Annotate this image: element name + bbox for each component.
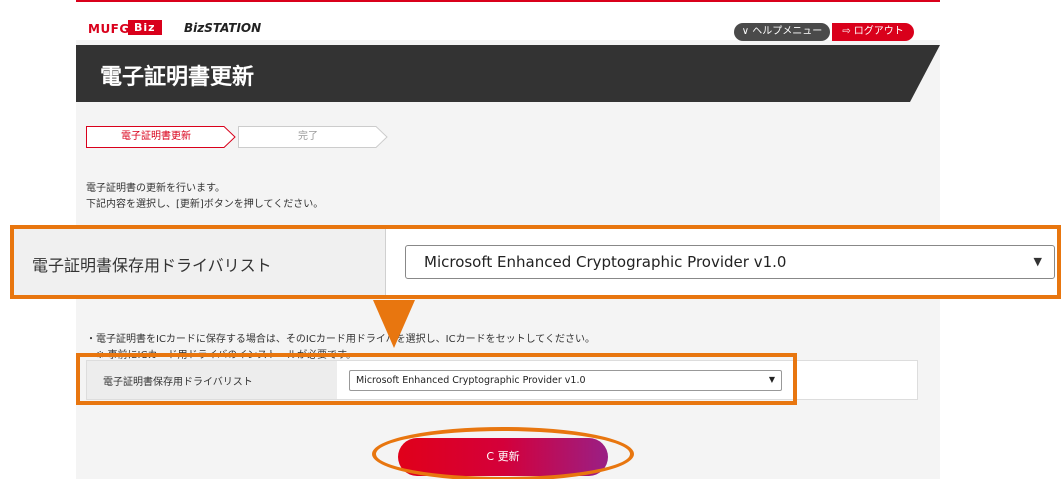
highlight-ring <box>372 427 634 479</box>
help-menu-button[interactable]: ∨ ヘルプメニュー <box>734 23 830 41</box>
page: MUFG Biz BizSTATION ∨ ヘルプメニュー ⇨ ログアウト 電子… <box>0 0 1061 479</box>
brand-mufg-logo: MUFG <box>88 22 130 36</box>
step-current: 電子証明書更新 <box>86 126 236 148</box>
highlight-box <box>76 353 797 405</box>
logout-button[interactable]: ⇨ ログアウト <box>832 23 914 41</box>
description-line: 電子証明書の更新を行います。 <box>86 183 225 194</box>
step-complete: 完了 <box>238 126 388 148</box>
page-title: 電子証明書更新 <box>100 65 255 90</box>
brand-bizstation-logo: BizSTATION <box>184 21 262 35</box>
description-line: 下記内容を選択し、[更新]ボタンを押してください。 <box>86 199 324 210</box>
brand-biz-logo: Biz <box>128 20 162 35</box>
note-line: ・電子証明書をICカードに保存する場合は、そのICカード用ドライバを選択し、IC… <box>86 334 595 345</box>
step-label: 完了 <box>298 131 318 142</box>
callout-arrow-icon <box>373 300 415 348</box>
step-label: 電子証明書更新 <box>121 131 191 142</box>
highlight-box-zoomed <box>10 225 1061 299</box>
